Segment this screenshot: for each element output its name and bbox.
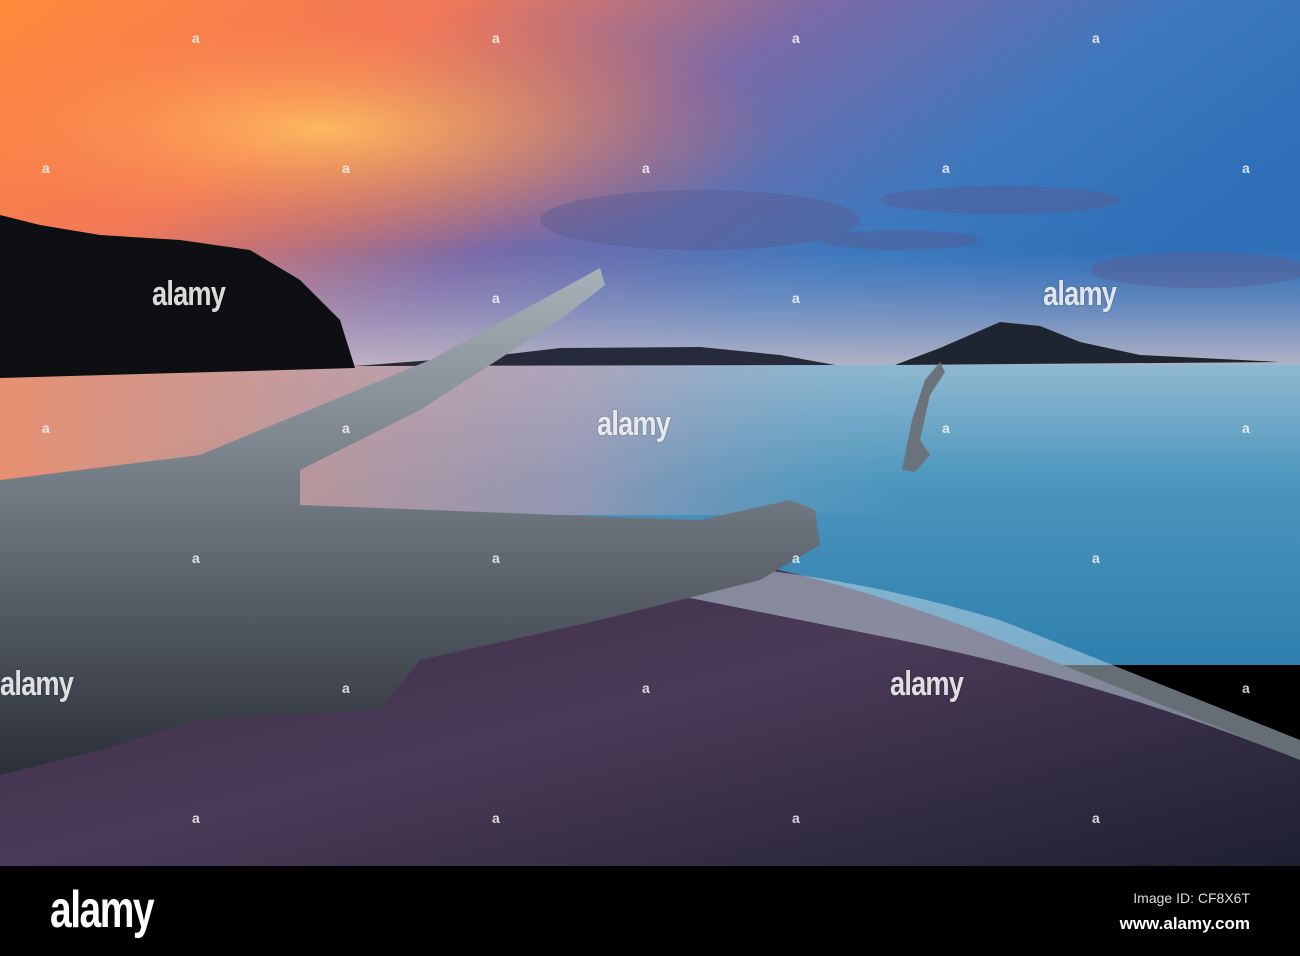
watermark-mark: a <box>42 420 50 436</box>
watermark-mark: a <box>792 30 800 46</box>
image-id: Image ID: CF8X6T <box>1133 890 1250 906</box>
watermark-mark: a <box>192 550 200 566</box>
watermark: alamy <box>1043 275 1117 313</box>
watermark-mark: a <box>342 420 350 436</box>
watermark-mark: a <box>792 290 800 306</box>
watermark: alamy <box>890 665 964 703</box>
watermark-mark: a <box>342 680 350 696</box>
watermark: alamy <box>597 405 671 443</box>
watermark-mark: a <box>1092 550 1100 566</box>
watermark-mark: a <box>342 160 350 176</box>
watermark-mark: a <box>492 290 500 306</box>
watermark-mark: a <box>942 160 950 176</box>
watermark-mark: a <box>792 550 800 566</box>
watermark-mark: a <box>492 810 500 826</box>
watermark-mark: a <box>642 680 650 696</box>
watermark-mark: a <box>792 810 800 826</box>
watermark-mark: a <box>192 810 200 826</box>
watermark-mark: a <box>492 550 500 566</box>
watermark-mark: a <box>1092 30 1100 46</box>
watermark-mark: a <box>492 30 500 46</box>
watermark: alamy <box>0 665 74 703</box>
watermark-mark: a <box>1242 420 1250 436</box>
watermark-mark: a <box>1092 810 1100 826</box>
stock-photo: alamy alamy alamy alamy alamy a a a a a … <box>0 0 1300 956</box>
footer-bar: alamy Image ID: CF8X6T www.alamy.com <box>0 866 1300 956</box>
watermark-mark: a <box>942 420 950 436</box>
alamy-logo: alamy <box>50 881 155 939</box>
site-url: www.alamy.com <box>1119 914 1250 933</box>
watermark-mark: a <box>1242 160 1250 176</box>
watermark-mark: a <box>42 160 50 176</box>
watermark-mark: a <box>642 160 650 176</box>
watermark-mark: a <box>192 30 200 46</box>
watermark-mark: a <box>1242 680 1250 696</box>
watermark: alamy <box>152 275 226 313</box>
